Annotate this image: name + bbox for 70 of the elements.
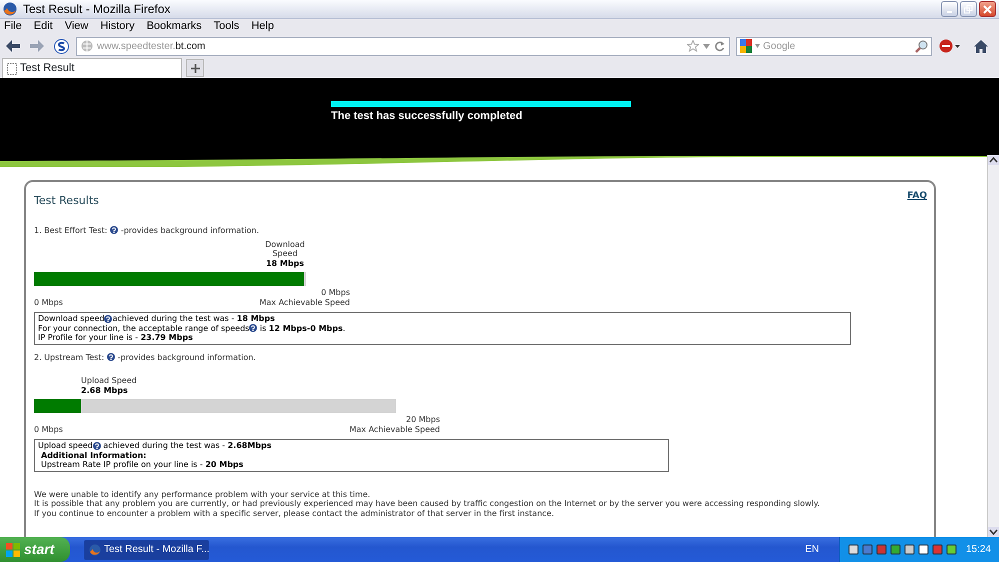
note-text: It is possible that any problem you are currently, or had previously experienced may have been caused by traffic congestion on the Internet or by the server you were accessing responding slowly.: [34, 499, 820, 508]
menu-item[interactable]: Edit: [34, 18, 53, 35]
menu-item[interactable]: View: [64, 18, 88, 35]
firefox-icon: [3, 2, 17, 16]
back-arrow-icon: [6, 40, 20, 52]
faq-link[interactable]: FAQ: [907, 192, 927, 202]
info-text: IP Profile for your line is - 23.79 Mbps: [38, 333, 193, 342]
bar-label: Upload Speed 2.68 Mbps: [81, 376, 137, 395]
help-text: -provides background information.: [118, 352, 256, 362]
reload-icon[interactable]: [714, 40, 725, 52]
star-icon[interactable]: [687, 40, 699, 52]
menu-item[interactable]: File: [4, 18, 22, 35]
help-icon[interactable]: [104, 314, 112, 323]
close-button[interactable]: [979, 1, 996, 17]
status-message: The test has successfully completed: [331, 109, 524, 124]
page-icon: [7, 62, 17, 74]
help-icon[interactable]: [92, 442, 101, 450]
help-icon[interactable]: [110, 226, 118, 234]
scale-max-label: 20 Mbps: [405, 415, 440, 424]
info-text: For your connection, the acceptable range of speeds: [38, 324, 250, 332]
browser-tab[interactable]: Test Result: [2, 58, 182, 78]
note-text: We were unable to identify any performance problem with your service at this time.: [34, 490, 370, 499]
forward-arrow-icon: [30, 40, 44, 52]
plus-icon[interactable]: [190, 64, 200, 72]
test-heading: 1. Best Effort Test:: [34, 226, 108, 235]
window-title: Test Result - Mozilla Firefox: [23, 1, 170, 18]
menu-item[interactable]: Help: [251, 18, 274, 35]
bar-label: Download Speed 18 Mbps: [264, 240, 306, 268]
language-indicator[interactable]: EN: [805, 542, 819, 557]
help-icon[interactable]: [249, 324, 258, 332]
test-heading: 2. Upstream Test:: [34, 352, 104, 362]
windows-logo-icon: [6, 542, 20, 556]
scroll-down-icon[interactable]: [988, 527, 999, 537]
note-text: If you continue to encounter a problem with a specific server, please contact the administrator of that server in the first instance.: [34, 508, 554, 518]
url-text: www.speedtester.bt.com: [97, 40, 206, 54]
scale-min-label: 0 Mbps: [34, 298, 63, 307]
scale-caption: Max Achievable Speed: [259, 298, 350, 307]
firefox-icon: [89, 544, 101, 556]
help-text: -provides background information.: [120, 226, 260, 235]
info-text: Additional Information:: [40, 450, 146, 460]
help-icon[interactable]: [106, 353, 115, 362]
scale-min-label: 0 Mbps: [34, 424, 63, 434]
info-text: is 12 Mbps-0 Mbps.: [258, 324, 346, 332]
taskbar-button[interactable]: Test Result - Mozilla F...: [84, 540, 209, 560]
engine-icon[interactable]: [740, 39, 752, 53]
section-title: Test Results: [34, 196, 99, 206]
info-text: Upstream Rate IP profile on your line is - 20 Mbps: [40, 460, 244, 470]
globe-icon: [81, 40, 93, 52]
new-tab-button[interactable]: [186, 59, 204, 77]
minimize-button[interactable]: [941, 1, 958, 17]
dropdown-icon[interactable]: [755, 44, 760, 48]
scale-caption: Max Achievable Speed: [349, 424, 440, 434]
restore-button[interactable]: [960, 1, 977, 17]
close-icon: [983, 4, 992, 14]
menu-item[interactable]: Tools: [214, 18, 240, 35]
search-icon[interactable]: [915, 40, 928, 52]
scrollbar[interactable]: [987, 155, 999, 537]
dropdown-icon[interactable]: [703, 44, 710, 48]
menu-item[interactable]: History: [100, 18, 135, 35]
restore-icon: [964, 4, 973, 14]
info-text: Upload speed: [38, 441, 93, 450]
clock-text: 15:24: [966, 543, 991, 557]
scroll-up-icon[interactable]: [988, 155, 999, 165]
scale-max-label: 0 Mbps: [320, 288, 350, 298]
info-text: achieved during the test was - 2.68Mbps: [102, 441, 272, 450]
info-text: achieved during the test was - 18 Mbps: [112, 314, 275, 323]
info-text: Download speed: [38, 314, 104, 323]
search-field[interactable]: Google: [736, 36, 932, 56]
address-field[interactable]: www.speedtester.bt.com: [76, 36, 730, 56]
menu-item[interactable]: Bookmarks: [146, 18, 202, 35]
